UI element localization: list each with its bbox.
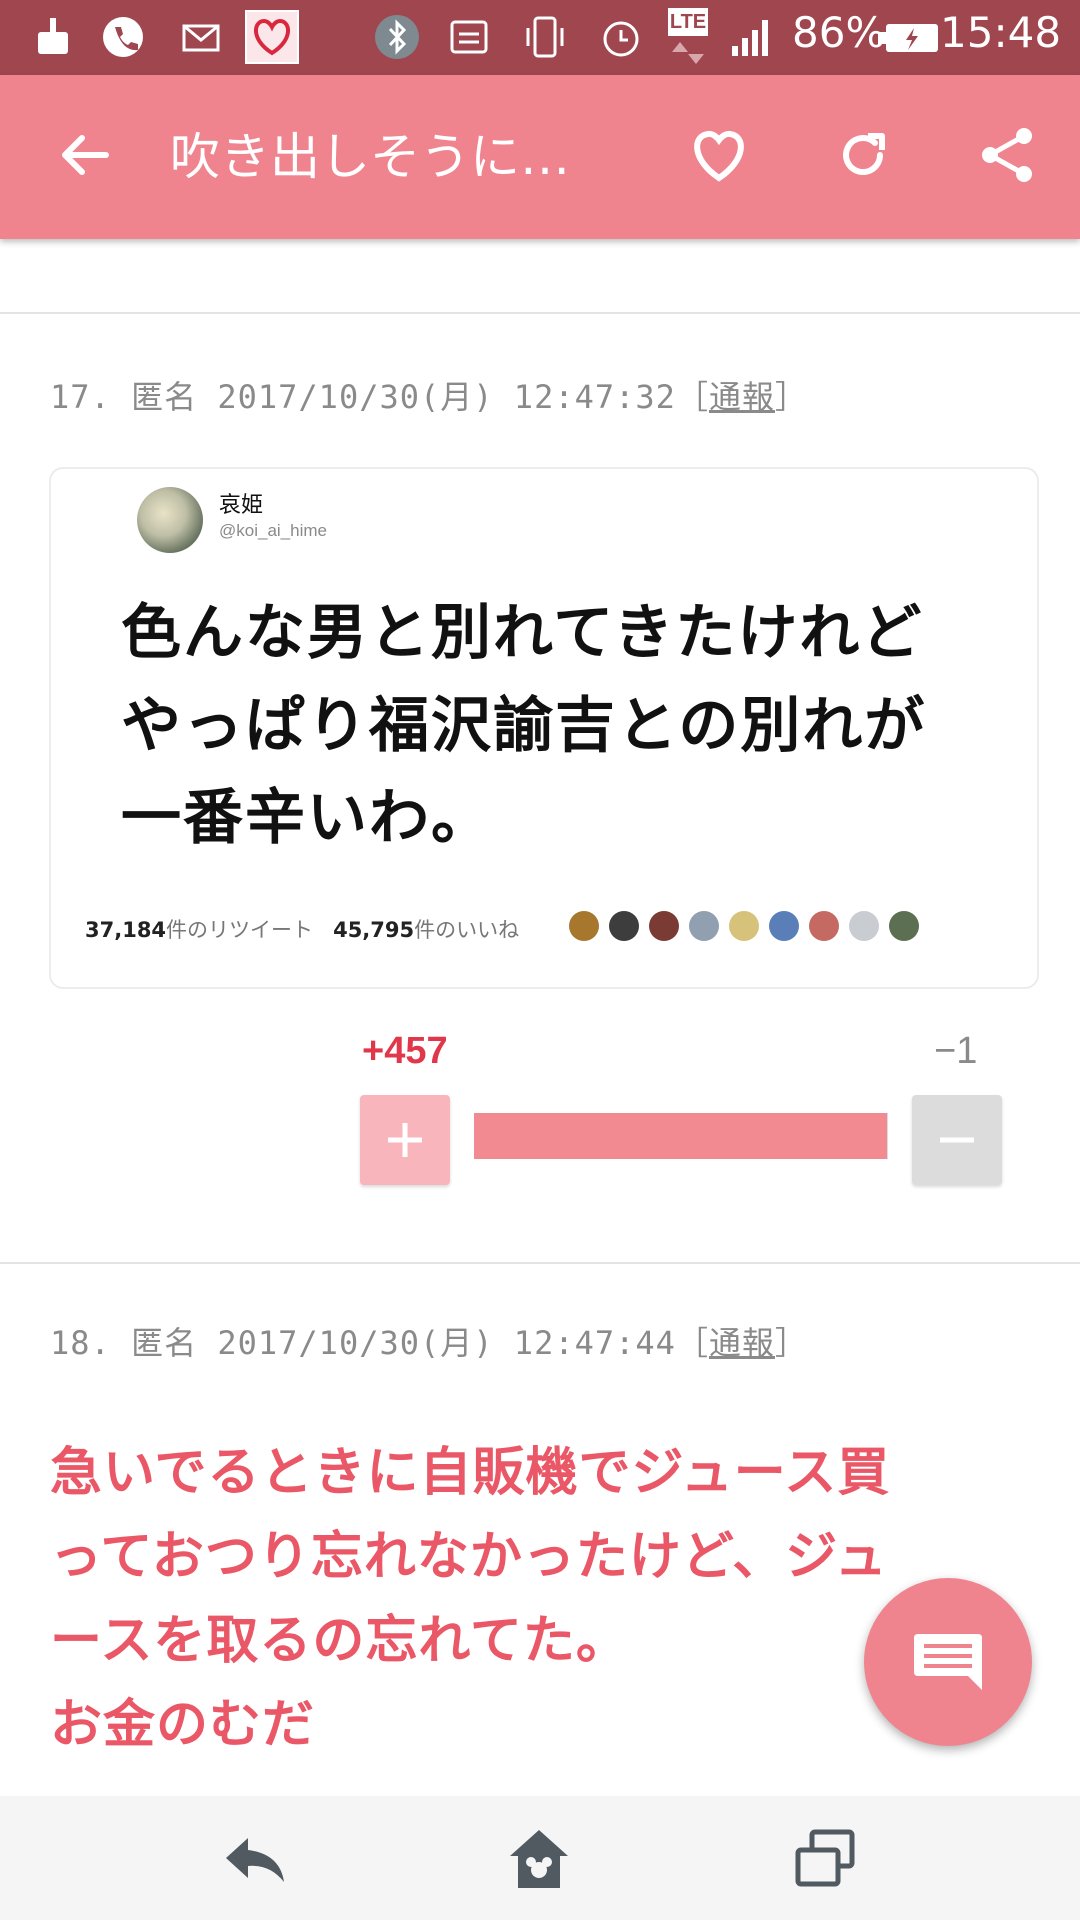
minus-icon [940, 1137, 974, 1143]
bluetooth-icon [375, 15, 419, 59]
vibrate-icon [526, 16, 564, 58]
favorite-heart-icon[interactable] [684, 120, 754, 190]
tweet-handle: @koi_ai_hime [219, 521, 327, 540]
like-label: 件のいいね [414, 918, 520, 942]
phone-icon [103, 17, 143, 57]
tweet-text-line: 一番辛いわ。 [121, 783, 493, 853]
back-arrow-icon[interactable] [50, 120, 120, 190]
comment-author: 匿名 [131, 378, 198, 416]
comment-icon [914, 1634, 982, 1690]
comment-text-line: お金のむだ [50, 1695, 316, 1755]
plus-vote-count: +457 [362, 1030, 448, 1072]
liker-avatar [609, 911, 639, 941]
comment-number: 18. [50, 1324, 111, 1362]
refresh-icon[interactable] [828, 120, 898, 190]
comment-fab-button[interactable] [864, 1578, 1032, 1746]
comment-text-line: ースを取るの忘れてた。 [50, 1611, 629, 1671]
vote-ratio-fill [474, 1113, 887, 1159]
cleaner-icon [38, 18, 68, 54]
report-bracket-open: ［ [675, 378, 709, 416]
report-bracket-close: ］ [774, 1324, 808, 1362]
plus-icon [388, 1123, 422, 1157]
bottom-nav [0, 1796, 1080, 1920]
status-bar: LTE 86% 15:48 [0, 0, 1080, 75]
clock: 15:48 [940, 8, 1062, 57]
comment-meta: 17. 匿名 2017/10/30(月) 12:47:32［通報］ [50, 372, 808, 418]
home-icon[interactable] [504, 1824, 574, 1894]
comment-datetime: 2017/10/30(月) 12:47:32 [217, 378, 676, 416]
divider [0, 312, 1080, 314]
page-title: 吹き出しそうに… [170, 128, 570, 186]
liker-avatar [729, 911, 759, 941]
tweet-username: 哀姫 [219, 493, 264, 518]
app-bar: 吹き出しそうに… [0, 75, 1080, 239]
report-link[interactable]: 通報 [709, 1324, 775, 1362]
liker-avatar [569, 911, 599, 941]
comment-text-line: っておつり忘れなかったけど、ジュ [50, 1527, 888, 1587]
liker-avatar [889, 911, 919, 941]
plus-vote-button[interactable] [360, 1095, 450, 1185]
retweet-count: 37,184 [85, 918, 167, 942]
minus-vote-count: −1 [934, 1030, 978, 1072]
like-count: 45,795 [333, 918, 415, 942]
battery-percent: 86% [792, 8, 886, 57]
tweet-text-line: やっぱり福沢諭吉との別れが [121, 691, 927, 761]
share-icon[interactable] [972, 120, 1042, 190]
tweet-image[interactable]: 哀姫 @koi_ai_hime 色んな男と別れてきたけれど やっぱり福沢諭吉との… [49, 467, 1039, 989]
comment-meta: 18. 匿名 2017/10/30(月) 12:47:44［通報］ [50, 1318, 808, 1364]
liker-avatar [769, 911, 799, 941]
avatar [137, 487, 203, 553]
tweet-text-line: 色んな男と別れてきたけれど [121, 598, 924, 668]
divider [0, 1262, 1080, 1264]
heart-app-icon [245, 10, 299, 64]
tabs-windows-icon[interactable] [790, 1824, 860, 1894]
signal-icon [732, 20, 768, 56]
minus-vote-button[interactable] [912, 1095, 1002, 1185]
liker-avatar [809, 911, 839, 941]
report-bracket-open: ［ [675, 1324, 709, 1362]
alarm-icon [603, 21, 639, 57]
comment-datetime: 2017/10/30(月) 12:47:44 [217, 1324, 676, 1362]
screen-cast-icon [450, 20, 488, 54]
retweet-label: 件のリツイート [166, 918, 314, 942]
lte-badge: LTE [668, 8, 708, 36]
comment-author: 匿名 [131, 1324, 198, 1362]
liker-avatar [849, 911, 879, 941]
tweet-stats: 37,184件のリツイート 45,795件のいいね [85, 914, 519, 944]
report-bracket-close: ］ [774, 378, 808, 416]
battery-icon [878, 24, 938, 52]
comment-number: 17. [50, 378, 111, 416]
liker-avatar [689, 911, 719, 941]
reply-back-icon[interactable] [220, 1824, 290, 1894]
data-arrows-icon [672, 42, 704, 64]
comment-text-line: 急いでるときに自販機でジュース買 [50, 1443, 891, 1503]
mail-icon [182, 24, 220, 52]
report-link[interactable]: 通報 [709, 378, 775, 416]
vote-ratio-bar [474, 1113, 888, 1159]
liker-avatar [649, 911, 679, 941]
